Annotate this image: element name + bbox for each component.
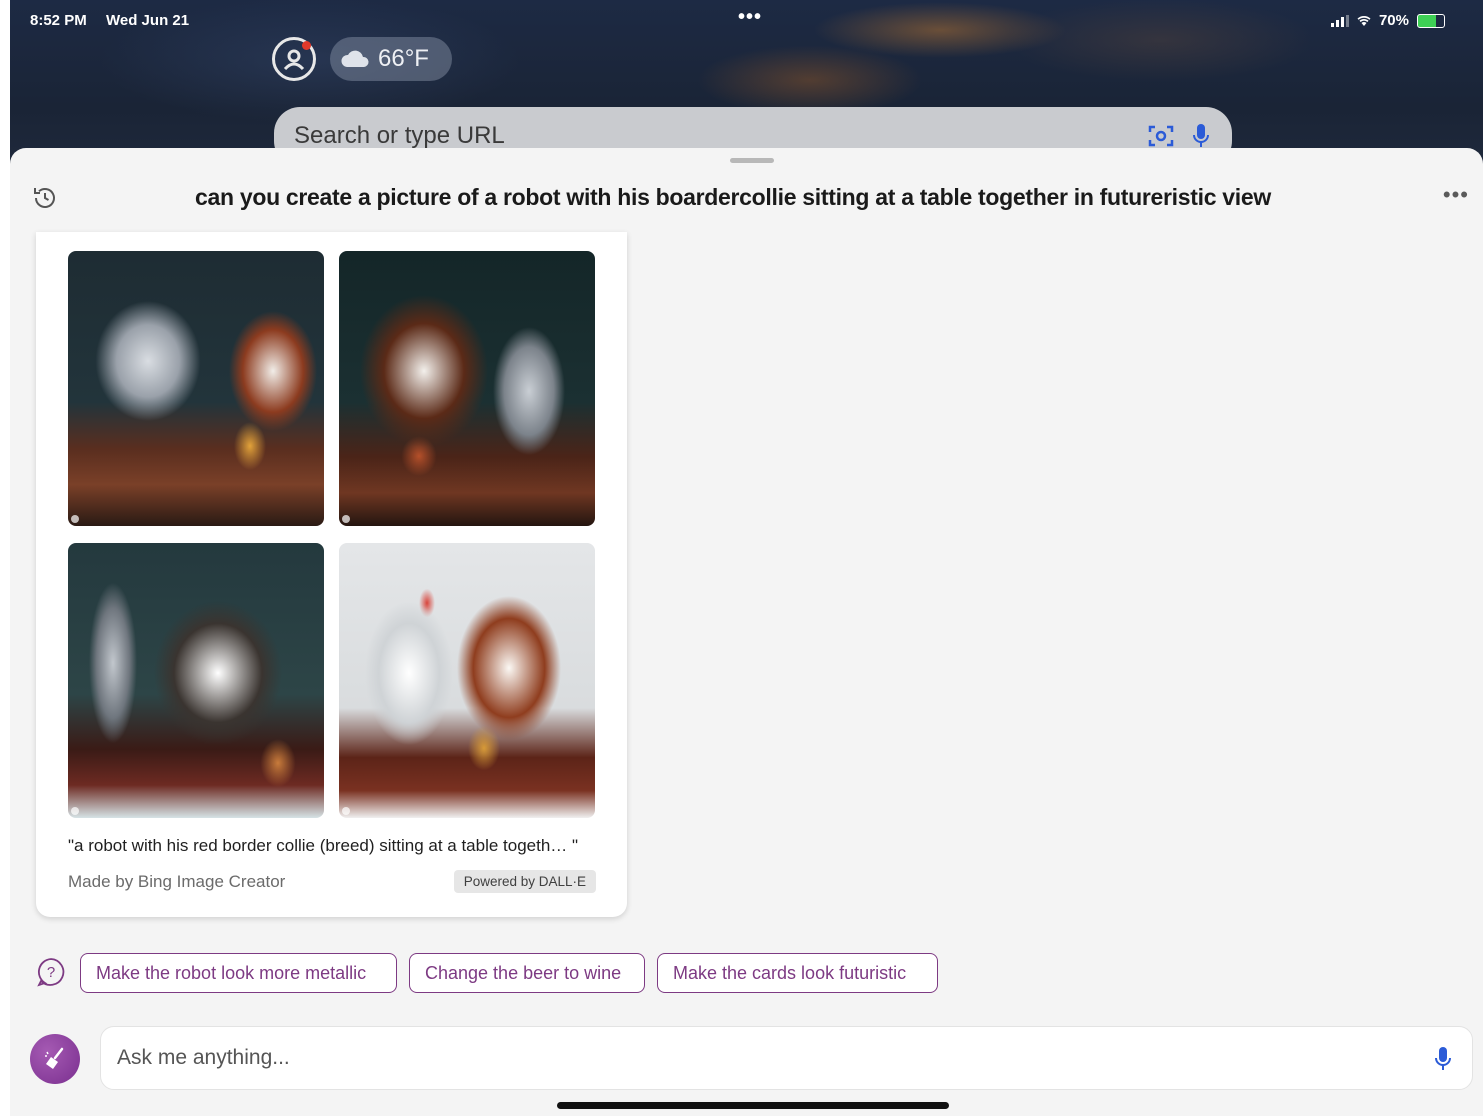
history-icon[interactable] xyxy=(32,185,58,211)
cloud-icon xyxy=(341,50,369,67)
home-indicator[interactable] xyxy=(557,1102,949,1109)
notification-dot xyxy=(302,41,311,50)
image-badge-icon xyxy=(71,515,79,523)
made-by-label: Made by Bing Image Creator xyxy=(68,872,286,891)
svg-text:?: ? xyxy=(47,964,55,981)
chat-sheet: can you create a picture of a robot with… xyxy=(10,148,1483,1116)
generated-image-3[interactable] xyxy=(68,543,324,818)
more-icon[interactable]: ••• xyxy=(1443,182,1469,208)
conversation-title: can you create a picture of a robot with… xyxy=(195,184,1271,210)
chat-input[interactable] xyxy=(117,1046,1367,1070)
image-badge-icon xyxy=(342,515,350,523)
battery-percent: 70% xyxy=(1378,12,1409,29)
image-result-card: "a robot with his red border collie (bre… xyxy=(36,232,627,917)
image-badge-icon xyxy=(342,807,350,815)
multitasking-dots[interactable]: ••• xyxy=(738,6,762,29)
cellular-signal-icon xyxy=(1330,14,1349,27)
battery-icon xyxy=(1417,13,1445,28)
wifi-icon xyxy=(1357,15,1371,26)
profile-icon[interactable] xyxy=(272,37,316,81)
new-topic-button[interactable] xyxy=(30,1034,80,1084)
chat-input-box[interactable] xyxy=(100,1026,1473,1090)
generated-image-4[interactable] xyxy=(339,543,595,818)
image-badge-icon xyxy=(71,807,79,815)
suggestion-chip-2[interactable]: Change the beer to wine xyxy=(409,953,645,993)
generated-image-1[interactable] xyxy=(68,251,324,526)
scan-icon[interactable] xyxy=(1148,124,1174,148)
suggestion-chip-3[interactable]: Make the cards look futuristic xyxy=(657,953,938,993)
suggestion-chip-1[interactable]: Make the robot look more metallic xyxy=(80,953,397,993)
help-icon: ? xyxy=(37,958,65,987)
mic-icon[interactable] xyxy=(1192,123,1210,149)
weather-temperature: 66°F xyxy=(378,45,429,72)
url-placeholder: Search or type URL xyxy=(294,122,505,149)
status-time: 8:52 PM xyxy=(30,12,87,29)
image-prompt-caption[interactable]: "a robot with his red border collie (bre… xyxy=(68,836,578,856)
status-indicators: 70% xyxy=(1330,12,1445,29)
broom-icon xyxy=(45,1047,64,1069)
generated-image-2[interactable] xyxy=(339,251,595,526)
mic-icon[interactable] xyxy=(1434,1046,1452,1072)
sheet-grabber[interactable] xyxy=(730,158,774,163)
weather-widget[interactable]: 66°F xyxy=(330,37,452,81)
status-date: Wed Jun 21 xyxy=(106,12,190,29)
powered-by-badge: Powered by DALL·E xyxy=(453,870,596,893)
